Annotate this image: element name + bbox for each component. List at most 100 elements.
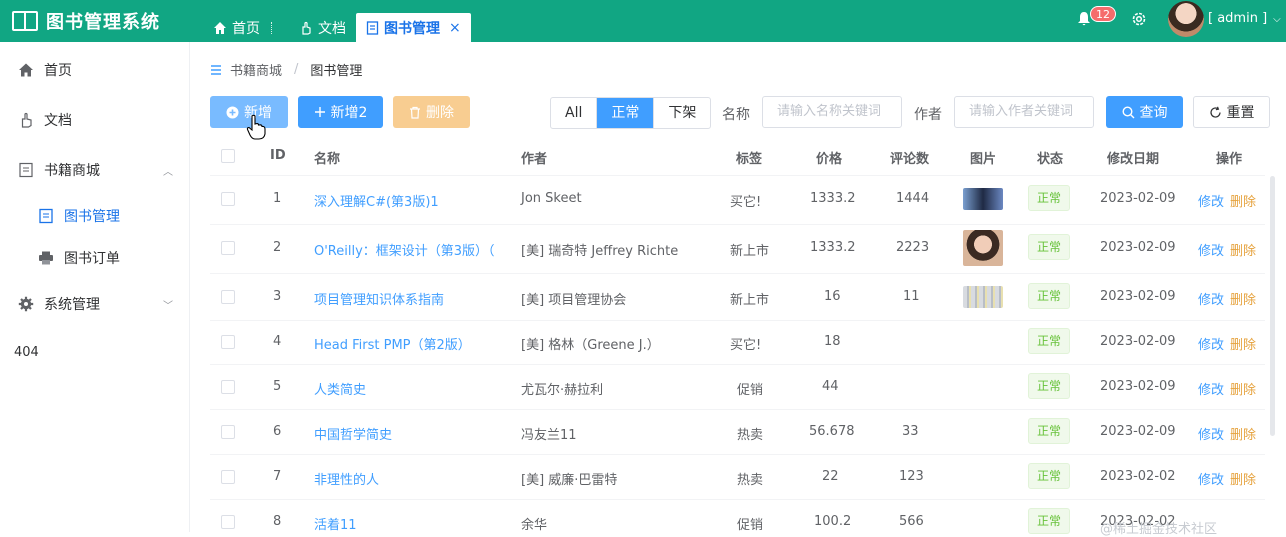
row-checkbox[interactable] [221,425,235,439]
cell-author: Jon Skeet [521,191,582,206]
row-checkbox[interactable] [221,335,235,349]
tab-label: 图书管理 [384,20,440,37]
name-input[interactable]: 请输入名称关键词 [762,96,902,128]
document-icon [366,20,379,35]
sidebar-item-docs[interactable]: 文档 [18,110,72,130]
sidebar-item-book-orders[interactable]: 图书订单 [38,248,120,268]
delete-link[interactable]: 删除 [1230,289,1256,308]
tab-home[interactable]: 首页 [203,13,289,42]
column-header-id[interactable]: ID [270,148,286,163]
user-menu[interactable]: [ admin ] ⌵ [1208,11,1281,26]
breadcrumb-parent[interactable]: 书籍商城 [230,60,282,79]
edit-link[interactable]: 修改 [1198,191,1224,210]
cell-price: 16 [824,289,841,304]
delete-button[interactable]: 删除 [393,96,470,128]
close-icon[interactable]: × [449,20,461,36]
edit-link[interactable]: 修改 [1198,469,1224,488]
row-divider [210,175,1265,176]
tab-book-management[interactable]: 图书管理 × [356,13,471,42]
cell-id: 2 [273,240,282,255]
column-header-name[interactable]: 名称 [314,148,340,167]
breadcrumb-current: 图书管理 [310,64,363,79]
delete-link[interactable]: 删除 [1230,334,1256,353]
cell-tag: 新上市 [730,244,770,259]
column-header-author[interactable]: 作者 [521,148,547,167]
author-input[interactable]: 请输入作者关键词 [954,96,1094,128]
row-divider [210,320,1265,321]
select-all-checkbox[interactable] [221,149,235,163]
sidebar-item-home[interactable]: 首页 [18,60,72,80]
book-image[interactable] [963,188,1003,210]
sidebar-item-system[interactable]: 系统管理 ﹀ [18,294,190,314]
table-scrollbar[interactable] [1270,176,1275,436]
row-checkbox[interactable] [221,470,235,484]
row-checkbox[interactable] [221,192,235,206]
cell-name[interactable]: 人类简史 [314,379,366,398]
sidebar-item-book-management[interactable]: 图书管理 [38,206,120,226]
avatar[interactable] [1168,1,1204,37]
edit-link[interactable]: 修改 [1198,424,1224,443]
reset-button[interactable]: 重置 [1193,96,1270,128]
cell-name[interactable]: O'Reilly：框架设计（第3版）（ [314,240,510,259]
sidebar-item-label: 图书管理 [64,209,120,225]
sidebar-item-bookstore[interactable]: 书籍商城 ︿ [18,160,190,180]
filter-all[interactable]: All [551,98,596,128]
row-checkbox[interactable] [221,290,235,304]
column-header-comments[interactable]: 评论数 [890,148,929,167]
watermark: @稀土掘金技术社区 [1100,522,1218,537]
app-logo[interactable]: 图书管理系统 [12,8,160,34]
cell-name[interactable]: 中国哲学简史 [314,424,392,443]
tab-bar: 首页 文档 图书管理 × [203,13,471,42]
book-image[interactable] [963,230,1003,266]
cell-name[interactable]: 项目管理知识体系指南 [314,289,444,308]
cell-comments: 1444 [896,191,930,206]
delete-link[interactable]: 删除 [1230,240,1256,259]
tab-docs[interactable]: 文档 [289,13,356,42]
cell-name[interactable]: 深入理解C#(第3版)1 [314,191,439,210]
delete-link[interactable]: 删除 [1230,379,1256,398]
column-header-price[interactable]: 价格 [816,148,842,167]
cell-date: 2023-02-09 [1100,289,1176,304]
cell-tag: 新上市 [730,293,770,308]
edit-link[interactable]: 修改 [1198,334,1224,353]
sidebar-item-label: 图书订单 [64,251,120,267]
cell-price: 22 [822,469,839,484]
cell-tag: 热卖 [737,473,764,488]
add2-button[interactable]: 新增2 [298,96,383,128]
row-divider [210,273,1265,274]
row-checkbox[interactable] [221,380,235,394]
delete-link[interactable]: 删除 [1230,424,1256,443]
row-checkbox[interactable] [221,241,235,255]
search-button[interactable]: 查询 [1106,96,1183,128]
row-checkbox[interactable] [221,515,235,529]
column-header-date[interactable]: 修改日期 [1107,148,1159,167]
cell-author: 余华 [521,518,548,533]
hand-icon [21,112,32,128]
gear-icon[interactable] [1130,10,1148,28]
sidebar: 首页 文档 书籍商城 ︿ 图书管理 图书订单 系统管理 ﹀ 404 [0,42,190,532]
delete-link[interactable]: 删除 [1230,191,1256,210]
cell-price: 100.2 [814,514,852,529]
cell-id: 6 [273,424,282,439]
filter-normal[interactable]: 正常 [596,98,654,128]
search-icon [1121,105,1134,118]
cell-name[interactable]: 活着11 [314,514,357,533]
edit-link[interactable]: 修改 [1198,289,1224,308]
column-header-tag[interactable]: 标签 [736,148,762,167]
document-icon [39,208,53,224]
edit-link[interactable]: 修改 [1198,379,1224,398]
sidebar-item-label: 文档 [44,113,72,129]
book-image[interactable] [963,286,1003,308]
cell-price: 18 [824,334,841,349]
column-header-status[interactable]: 状态 [1037,148,1063,167]
sidebar-item-label: 404 [14,345,39,360]
cell-price: 1333.2 [810,191,856,206]
edit-link[interactable]: 修改 [1198,240,1224,259]
menu-icon[interactable] [210,64,222,76]
filter-offshelf[interactable]: 下架 [653,98,710,128]
cell-date: 2023-02-02 [1100,469,1176,484]
cell-name[interactable]: 非理性的人 [314,469,379,488]
delete-link[interactable]: 删除 [1230,469,1256,488]
cell-name[interactable]: Head First PMP（第2版） [314,334,471,353]
sidebar-item-404[interactable]: 404 [14,345,39,360]
